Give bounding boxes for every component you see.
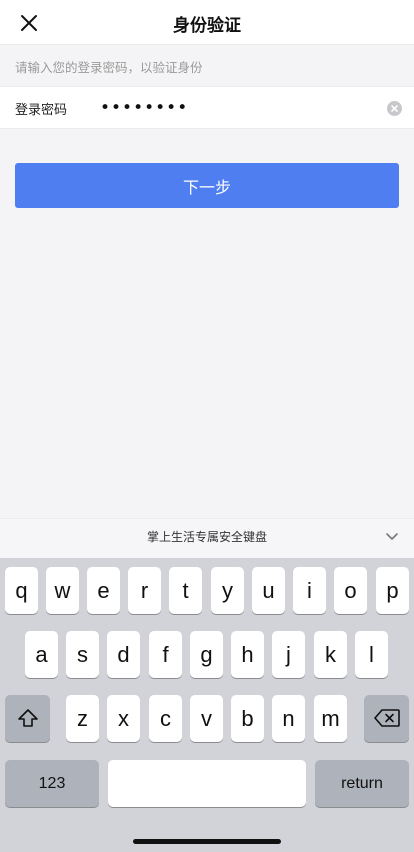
key-u[interactable]: u	[252, 567, 285, 614]
password-row: 登录密码	[0, 86, 414, 129]
password-input[interactable]	[100, 96, 370, 120]
key-y[interactable]: y	[211, 567, 244, 614]
key-x[interactable]: x	[107, 695, 140, 742]
key-n[interactable]: n	[272, 695, 305, 742]
key-o[interactable]: o	[334, 567, 367, 614]
hint-text: 请输入您的登录密码，以验证身份	[15, 60, 203, 75]
key-p[interactable]: p	[376, 567, 409, 614]
key-h[interactable]: h	[231, 631, 264, 678]
key-b[interactable]: b	[231, 695, 264, 742]
clear-button[interactable]	[387, 101, 402, 116]
key-r[interactable]: r	[128, 567, 161, 614]
password-label: 登录密码	[15, 103, 68, 118]
home-indicator	[133, 839, 281, 844]
numbers-key[interactable]: 123	[5, 760, 99, 807]
key-z[interactable]: z	[66, 695, 99, 742]
backspace-key[interactable]	[364, 695, 409, 742]
shift-key[interactable]	[5, 695, 50, 742]
key-l[interactable]: l	[355, 631, 388, 678]
keyboard-title: 掌上生活专属安全键盘	[146, 530, 267, 544]
keyboard-toolbar: 掌上生活专属安全键盘	[0, 518, 414, 558]
key-s[interactable]: s	[66, 631, 99, 678]
backspace-icon	[373, 709, 400, 727]
next-button[interactable]: 下一步	[15, 163, 399, 208]
key-w[interactable]: w	[46, 567, 79, 614]
return-key[interactable]: return	[315, 760, 409, 807]
clear-icon	[391, 105, 398, 112]
shift-icon	[17, 709, 38, 727]
key-a[interactable]: a	[25, 631, 58, 678]
header: 身份验证	[0, 0, 414, 45]
page-title: 身份验证	[173, 16, 241, 36]
key-i[interactable]: i	[293, 567, 326, 614]
key-f[interactable]: f	[149, 631, 182, 678]
key-c[interactable]: c	[149, 695, 182, 742]
collapse-keyboard-button[interactable]	[384, 529, 400, 545]
key-v[interactable]: v	[190, 695, 223, 742]
key-e[interactable]: e	[87, 567, 120, 614]
space-key[interactable]	[108, 760, 306, 807]
chevron-down-icon	[386, 533, 398, 540]
key-g[interactable]: g	[190, 631, 223, 678]
keyboard: q w e r t y u i o p a s d f g h j k l z …	[0, 558, 414, 852]
key-m[interactable]: m	[314, 695, 347, 742]
key-q[interactable]: q	[5, 567, 38, 614]
key-d[interactable]: d	[107, 631, 140, 678]
key-k[interactable]: k	[314, 631, 347, 678]
key-j[interactable]: j	[272, 631, 305, 678]
key-t[interactable]: t	[169, 567, 202, 614]
